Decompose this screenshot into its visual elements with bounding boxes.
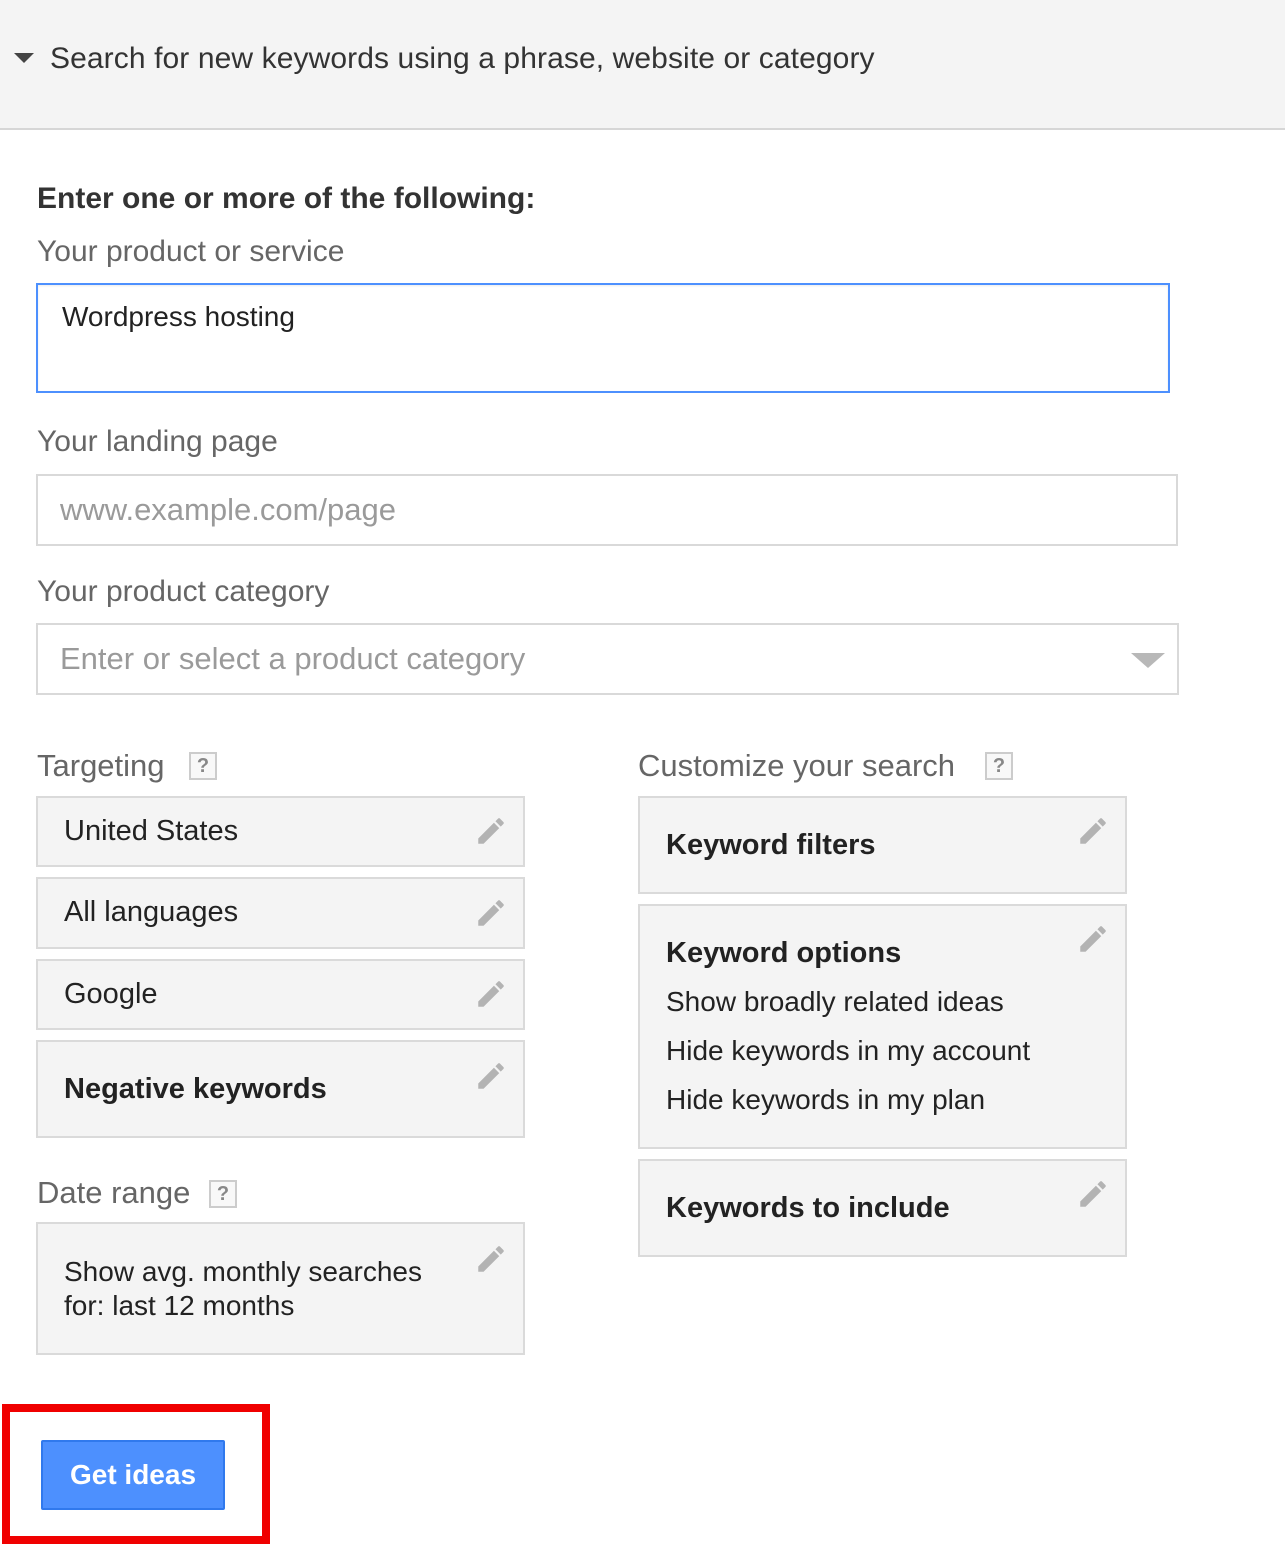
targeting-network-label: Google — [64, 978, 158, 1010]
pencil-icon[interactable] — [474, 977, 508, 1011]
targeting-help-icon[interactable]: ? — [189, 752, 217, 780]
keyword-option-line: Hide keywords in my plan — [666, 1084, 986, 1115]
targeting-label: Targeting — [37, 748, 165, 783]
keyword-option-line: Hide keywords in my account — [666, 1035, 1031, 1066]
get-ideas-button[interactable]: Get ideas — [41, 1440, 225, 1510]
pencil-icon[interactable] — [474, 1059, 508, 1093]
keywords-to-include-label: Keywords to include — [666, 1192, 950, 1224]
targeting-location-label: United States — [64, 815, 239, 847]
keyword-option-line: Show broadly related ideas — [666, 986, 1004, 1017]
product-label: Your product or service — [37, 235, 345, 268]
product-input[interactable]: Wordpress hosting — [36, 283, 1170, 393]
keyword-filters[interactable]: Keyword filters — [638, 796, 1127, 894]
date-range-line-2: for: last 12 months — [64, 1290, 295, 1321]
product-category-placeholder: Enter or select a product category — [60, 641, 526, 676]
form-heading: Enter one or more of the following: — [37, 182, 536, 215]
pencil-icon[interactable] — [1076, 922, 1110, 956]
targeting-location[interactable]: United States — [36, 796, 525, 867]
targeting-language-label: All languages — [64, 896, 239, 928]
keywords-to-include[interactable]: Keywords to include — [638, 1159, 1127, 1257]
negative-keywords[interactable]: Negative keywords — [36, 1040, 525, 1138]
product-category-label: Your product category — [37, 575, 330, 608]
pencil-icon[interactable] — [474, 896, 508, 930]
date-range-help-icon[interactable]: ? — [209, 1180, 237, 1208]
targeting-language[interactable]: All languages — [36, 877, 525, 949]
section-header[interactable]: Search for new keywords using a phrase, … — [0, 0, 1285, 130]
date-range-line-1: Show avg. monthly searches — [64, 1256, 422, 1287]
targeting-network[interactable]: Google — [36, 959, 525, 1030]
pencil-icon[interactable] — [1076, 814, 1110, 848]
keyword-options[interactable]: Keyword options Show broadly related ide… — [638, 904, 1127, 1149]
pencil-icon[interactable] — [474, 1242, 508, 1276]
landing-page-label: Your landing page — [37, 425, 278, 458]
date-range-card[interactable]: Show avg. monthly searches for: last 12 … — [36, 1222, 525, 1355]
landing-page-input[interactable]: www.example.com/page — [36, 474, 1178, 546]
caret-down-icon[interactable] — [14, 53, 34, 63]
landing-page-placeholder: www.example.com/page — [60, 492, 396, 527]
customize-help-icon[interactable]: ? — [985, 752, 1013, 780]
keyword-options-title: Keyword options — [666, 937, 902, 969]
product-input-value: Wordpress hosting — [62, 301, 295, 332]
chevron-down-icon[interactable] — [1131, 653, 1165, 668]
product-category-select[interactable]: Enter or select a product category — [36, 623, 1179, 695]
pencil-icon[interactable] — [1076, 1177, 1110, 1211]
keyword-filters-label: Keyword filters — [666, 829, 876, 861]
negative-keywords-label: Negative keywords — [64, 1073, 327, 1105]
customize-label: Customize your search — [638, 748, 956, 783]
date-range-label: Date range — [37, 1175, 191, 1210]
pencil-icon[interactable] — [474, 814, 508, 848]
section-title: Search for new keywords using a phrase, … — [50, 42, 875, 75]
